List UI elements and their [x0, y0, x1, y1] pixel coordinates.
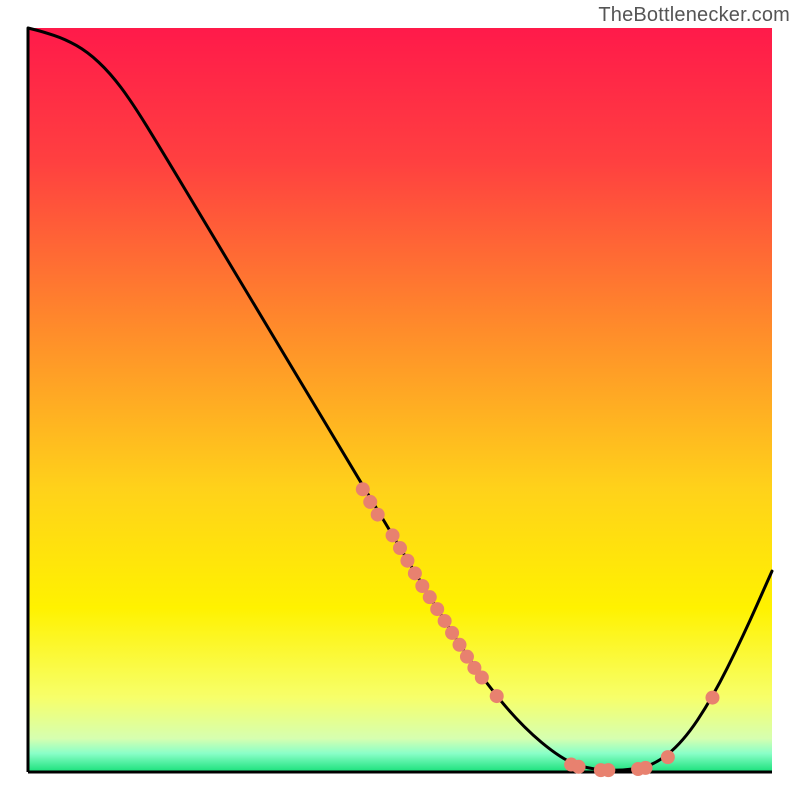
curve-marker [572, 760, 586, 774]
curve-marker [445, 626, 459, 640]
curve-marker [393, 541, 407, 555]
curve-marker [438, 614, 452, 628]
curve-marker [371, 508, 385, 522]
curve-marker [386, 528, 400, 542]
attribution-text: TheBottlenecker.com [598, 4, 790, 27]
curve-marker [705, 691, 719, 705]
curve-marker [423, 590, 437, 604]
bottleneck-chart [0, 0, 800, 800]
curve-marker [475, 671, 489, 685]
curve-marker [453, 638, 467, 652]
curve-marker [639, 761, 653, 775]
curve-marker [356, 482, 370, 496]
curve-marker [363, 495, 377, 509]
chart-container: { "attribution": "TheBottlenecker.com", … [0, 0, 800, 800]
plot-background [28, 28, 772, 772]
curve-marker [400, 554, 414, 568]
curve-marker [430, 602, 444, 616]
curve-marker [661, 750, 675, 764]
curve-marker [601, 763, 615, 777]
curve-marker [490, 689, 504, 703]
curve-marker [408, 566, 422, 580]
